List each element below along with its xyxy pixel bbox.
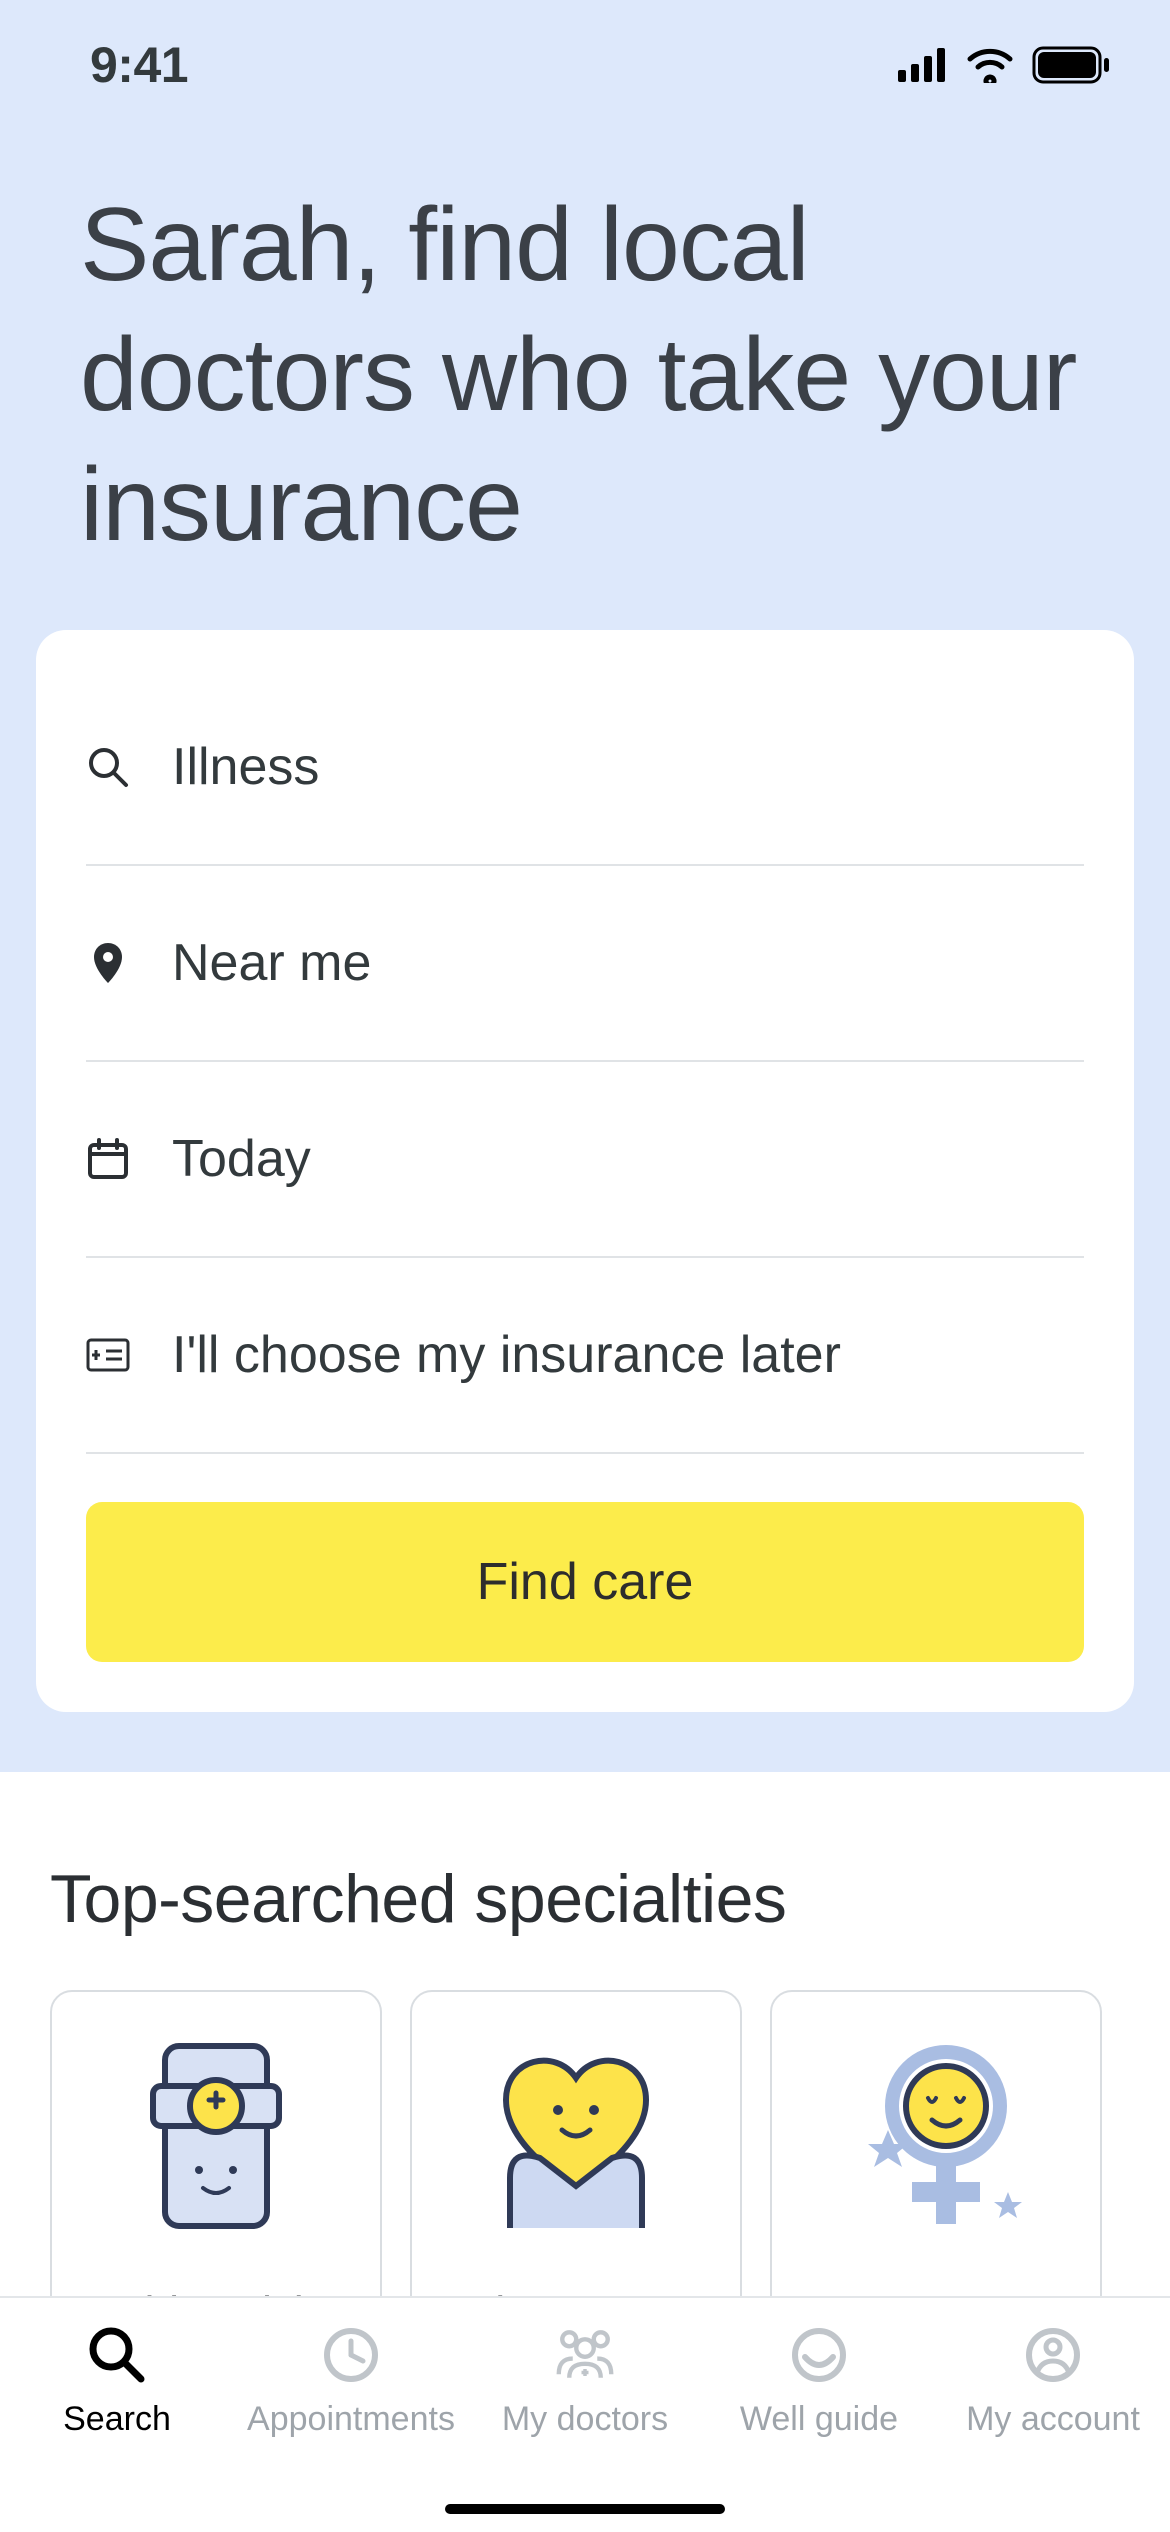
clock-icon: [316, 2320, 386, 2390]
tab-bar: Search Appointments My doctors Well guid…: [0, 2296, 1170, 2532]
insurance-card-icon: [86, 1333, 130, 1377]
search-query-value: Illness: [172, 737, 319, 797]
video-visit-illustration: [116, 2028, 316, 2248]
specialties-section: Top-searched specialties Video visit: [0, 1772, 1170, 2296]
specialty-card-primary-care[interactable]: Primary care: [410, 1990, 742, 2296]
wifi-icon: [966, 47, 1014, 83]
obgyn-illustration: [836, 2028, 1036, 2248]
specialty-card-video-visit[interactable]: Video visit: [50, 1990, 382, 2296]
location-value: Near me: [172, 933, 371, 993]
tab-label: Well guide: [740, 2400, 898, 2439]
tab-label: My account: [966, 2400, 1140, 2439]
home-indicator: [445, 2504, 725, 2514]
tab-appointments[interactable]: Appointments: [234, 2320, 468, 2439]
search-query-field[interactable]: Illness: [86, 670, 1084, 866]
cellular-icon: [898, 48, 948, 82]
calendar-icon: [86, 1137, 130, 1181]
page-title: Sarah, find local doctors who take your …: [80, 180, 1090, 570]
tab-search[interactable]: Search: [0, 2320, 234, 2439]
status-icons: [898, 46, 1110, 84]
hero: Sarah, find local doctors who take your …: [0, 130, 1170, 630]
account-circle-icon: [1018, 2320, 1088, 2390]
search-icon: [86, 745, 130, 789]
tab-label: My doctors: [502, 2400, 668, 2439]
status-bar: 9:41: [0, 0, 1170, 130]
specialty-cards: Video visit Primary care: [50, 1990, 1120, 2296]
insurance-field[interactable]: I'll choose my insurance later: [86, 1258, 1084, 1454]
tab-well-guide[interactable]: Well guide: [702, 2320, 936, 2439]
tab-label: Appointments: [247, 2400, 455, 2439]
specialty-label: OBGYN: [857, 2288, 1016, 2296]
date-value: Today: [172, 1129, 311, 1189]
insurance-value: I'll choose my insurance later: [172, 1325, 841, 1385]
specialties-heading: Top-searched specialties: [50, 1860, 1120, 1938]
find-care-button[interactable]: Find care: [86, 1502, 1084, 1662]
search-card: Illness Near me Today I'll choose my ins…: [36, 630, 1134, 1712]
primary-care-illustration: [476, 2028, 676, 2248]
location-field[interactable]: Near me: [86, 866, 1084, 1062]
location-pin-icon: [86, 941, 130, 985]
tab-my-doctors[interactable]: My doctors: [468, 2320, 702, 2439]
tab-my-account[interactable]: My account: [936, 2320, 1170, 2439]
date-field[interactable]: Today: [86, 1062, 1084, 1258]
status-time: 9:41: [90, 36, 188, 94]
search-icon: [82, 2320, 152, 2390]
specialty-card-obgyn[interactable]: OBGYN: [770, 1990, 1102, 2296]
specialty-label: Primary care: [451, 2288, 700, 2296]
smile-circle-icon: [784, 2320, 854, 2390]
battery-icon: [1032, 46, 1110, 84]
specialty-label: Video visit: [116, 2288, 316, 2296]
doctors-group-icon: [550, 2320, 620, 2390]
tab-label: Search: [63, 2400, 171, 2439]
